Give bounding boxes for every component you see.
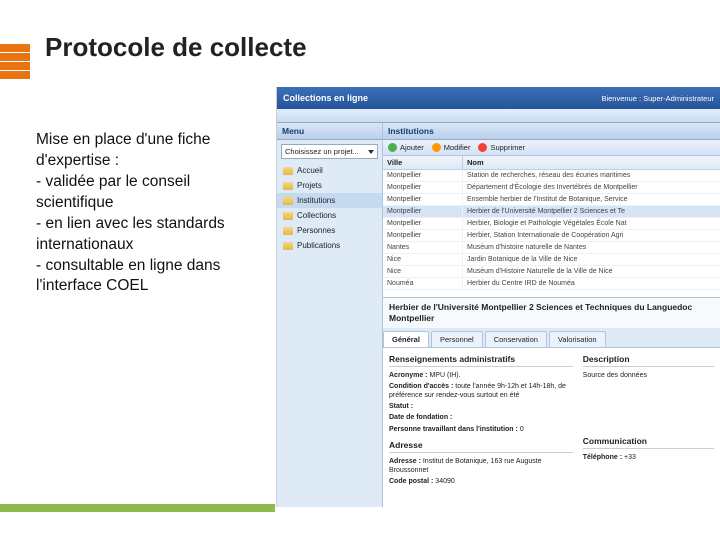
detail-tabs: Général Personnel Conservation Valorisat…	[383, 329, 720, 348]
cell-ville: Montpellier	[383, 218, 463, 229]
cell-ville: Nice	[383, 266, 463, 277]
welcome-text: Bienvenue : Super-Administrateur	[601, 94, 714, 103]
cell-nom: Herbier, Station Internationale de Coopé…	[463, 230, 720, 241]
accent-underline	[0, 504, 275, 512]
nav-collections[interactable]: Collections	[277, 208, 382, 223]
top-toolbar	[277, 109, 720, 123]
add-icon	[388, 143, 397, 152]
project-select-placeholder: Choisissez un projet...	[285, 147, 359, 156]
cell-nom: Station de recherches, réseau des écurie…	[463, 170, 720, 181]
field-personne: Personne travaillant dans l'institution …	[389, 425, 573, 434]
table-row[interactable]: MontpellierEnsemble herbier de l'Institu…	[383, 194, 720, 206]
cell-nom: Herbier de l'Université Montpellier 2 Sc…	[463, 206, 720, 217]
cell-ville: Montpellier	[383, 194, 463, 205]
table-row[interactable]: MontpellierHerbier, Biologie et Patholog…	[383, 218, 720, 230]
nav-publications[interactable]: Publications	[277, 238, 382, 253]
table-row[interactable]: MontpellierHerbier de l'Université Montp…	[383, 206, 720, 218]
desc-title: Description	[583, 354, 714, 367]
field-condition: Condition d'accès : toute l'année 9h-12h…	[389, 382, 573, 400]
cell-nom: Ensemble herbier de l'Institut de Botani…	[463, 194, 720, 205]
app-screenshot: Collections en ligne Bienvenue : Super-A…	[276, 87, 720, 507]
nav-label: Accueil	[297, 166, 323, 175]
grid-header: Ville Nom	[383, 156, 720, 170]
field-adresse: Adresse : Institut de Botanique, 163 rue…	[389, 457, 573, 475]
tab-personnel[interactable]: Personnel	[431, 331, 483, 347]
add-button[interactable]: Ajouter	[388, 143, 424, 152]
table-row[interactable]: MontpellierStation de recherches, réseau…	[383, 170, 720, 182]
cell-ville: Montpellier	[383, 206, 463, 217]
cell-ville: Nantes	[383, 242, 463, 253]
chevron-down-icon	[368, 150, 374, 154]
delete-button[interactable]: Supprimer	[478, 143, 525, 152]
slide-body: Mise en place d'une fiche d'expertise : …	[36, 130, 271, 297]
cell-ville: Nouméa	[383, 278, 463, 289]
btn-label: Ajouter	[400, 143, 424, 152]
app-header: Collections en ligne Bienvenue : Super-A…	[277, 87, 720, 109]
folder-icon	[283, 167, 293, 175]
cell-ville: Montpellier	[383, 230, 463, 241]
field-tel: Téléphone : +33	[583, 453, 714, 462]
btn-label: Modifier	[444, 143, 471, 152]
comm-title: Communication	[583, 436, 714, 449]
col-nom[interactable]: Nom	[463, 156, 720, 169]
cell-ville: Montpellier	[383, 182, 463, 193]
folder-icon	[283, 242, 293, 250]
cell-nom: Jardin Botanique de la Ville de Nice	[463, 254, 720, 265]
accent-bars	[0, 44, 30, 80]
nav-projets[interactable]: Projets	[277, 178, 382, 193]
institutions-grid: Ville Nom MontpellierStation de recherch…	[383, 156, 720, 298]
table-row[interactable]: NiceMuséum d'Histoire Naturelle de la Vi…	[383, 266, 720, 278]
nav-institutions[interactable]: Institutions	[277, 193, 382, 208]
tab-valorisation[interactable]: Valorisation	[549, 331, 606, 347]
tab-general[interactable]: Général	[383, 331, 429, 347]
content-heading: Institutions	[383, 123, 720, 140]
folder-icon	[283, 227, 293, 235]
table-row[interactable]: NiceJardin Botanique de la Ville de Nice	[383, 254, 720, 266]
nav-personnes[interactable]: Personnes	[277, 223, 382, 238]
detail-body: Renseignements administratifs Acronyme :…	[383, 348, 720, 507]
field-statut: Statut :	[389, 402, 573, 411]
app-title: Collections en ligne	[283, 93, 368, 103]
cell-nom: Herbier du Centre IRD de Nouméa	[463, 278, 720, 289]
table-row[interactable]: NantesMuséum d'histoire naturelle de Nan…	[383, 242, 720, 254]
cell-nom: Muséum d'histoire naturelle de Nantes	[463, 242, 720, 253]
project-select[interactable]: Choisissez un projet...	[281, 144, 378, 159]
sidebar: Menu Choisissez un projet... Accueil Pro…	[277, 123, 383, 507]
table-row[interactable]: MontpellierHerbier, Station Internationa…	[383, 230, 720, 242]
modify-button[interactable]: Modifier	[432, 143, 471, 152]
adresse-title: Adresse	[389, 440, 573, 453]
nav-label: Collections	[297, 211, 336, 220]
cell-ville: Montpellier	[383, 170, 463, 181]
nav-accueil[interactable]: Accueil	[277, 163, 382, 178]
cell-nom: Muséum d'Histoire Naturelle de la Ville …	[463, 266, 720, 277]
field-date: Date de fondation :	[389, 413, 573, 422]
table-row[interactable]: MontpellierDépartement d'Écologie des In…	[383, 182, 720, 194]
slide-title: Protocole de collecte	[45, 32, 307, 63]
folder-icon	[283, 197, 293, 205]
table-row[interactable]: NouméaHerbier du Centre IRD de Nouméa	[383, 278, 720, 290]
nav-label: Projets	[297, 181, 322, 190]
delete-icon	[478, 143, 487, 152]
tab-conservation[interactable]: Conservation	[485, 331, 547, 347]
btn-label: Supprimer	[490, 143, 525, 152]
field-acronyme: Acronyme : MPU (IH).	[389, 371, 573, 380]
nav-label: Publications	[297, 241, 340, 250]
desc-text: Source des données	[583, 371, 714, 380]
folder-icon	[283, 212, 293, 220]
admin-title: Renseignements administratifs	[389, 354, 573, 367]
nav-label: Institutions	[297, 196, 335, 205]
cell-nom: Herbier, Biologie et Pathologie Végétale…	[463, 218, 720, 229]
grid-toolbar: Ajouter Modifier Supprimer	[383, 140, 720, 156]
cell-nom: Département d'Écologie des Invertébrés d…	[463, 182, 720, 193]
edit-icon	[432, 143, 441, 152]
nav-label: Personnes	[297, 226, 335, 235]
content-area: Institutions Ajouter Modifier Supprimer …	[383, 123, 720, 507]
cell-ville: Nice	[383, 254, 463, 265]
field-cp: Code postal : 34090	[389, 477, 573, 486]
folder-icon	[283, 182, 293, 190]
col-ville[interactable]: Ville	[383, 156, 463, 169]
sidebar-heading: Menu	[277, 123, 382, 140]
detail-heading: Herbier de l'Université Montpellier 2 Sc…	[383, 298, 720, 329]
